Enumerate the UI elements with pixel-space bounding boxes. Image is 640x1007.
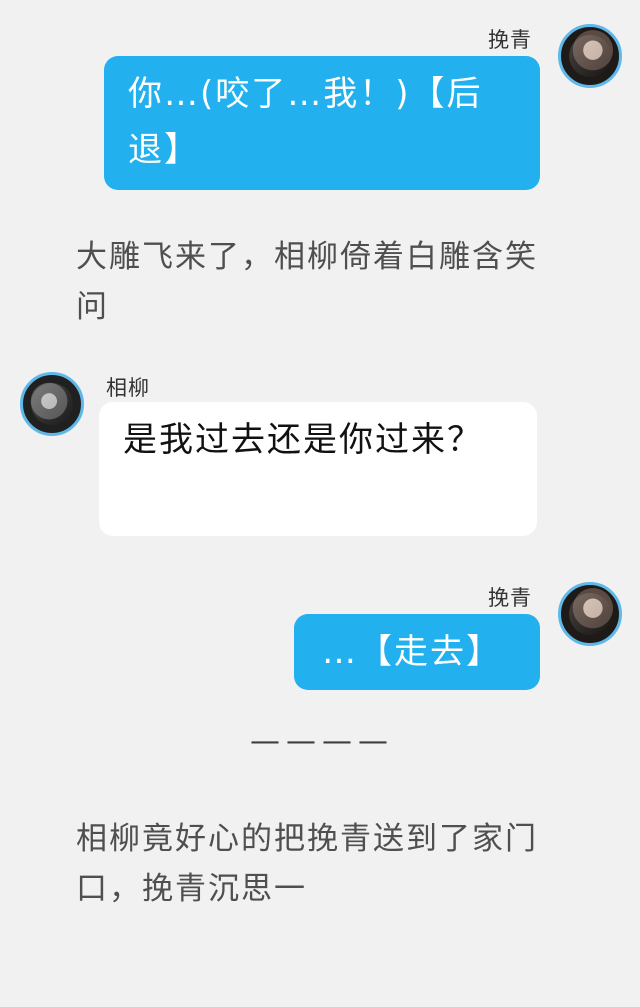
message-bubble-2: 是我过去还是你过来？ (99, 402, 537, 536)
sender-name-2: 相柳 (106, 376, 150, 400)
avatar-wanqing-2[interactable] (558, 582, 622, 646)
narration-1: 大雕飞来了，相柳倚着白雕含笑问 (76, 239, 538, 325)
message-bubble-1: 你…(咬了…我！)【后退】 (104, 56, 540, 190)
narration-2: 相柳竟好心的把挽青送到了家门口，挽青沉思一 (76, 821, 538, 907)
section-divider: ———— (250, 724, 394, 759)
sender-name-3: 挽青 (488, 586, 532, 610)
message-bubble-3: …【走去】 (294, 614, 540, 690)
sender-name-1: 挽青 (488, 28, 532, 52)
avatar-xiangliu[interactable] (20, 372, 84, 436)
avatar-wanqing-1[interactable] (558, 24, 622, 88)
